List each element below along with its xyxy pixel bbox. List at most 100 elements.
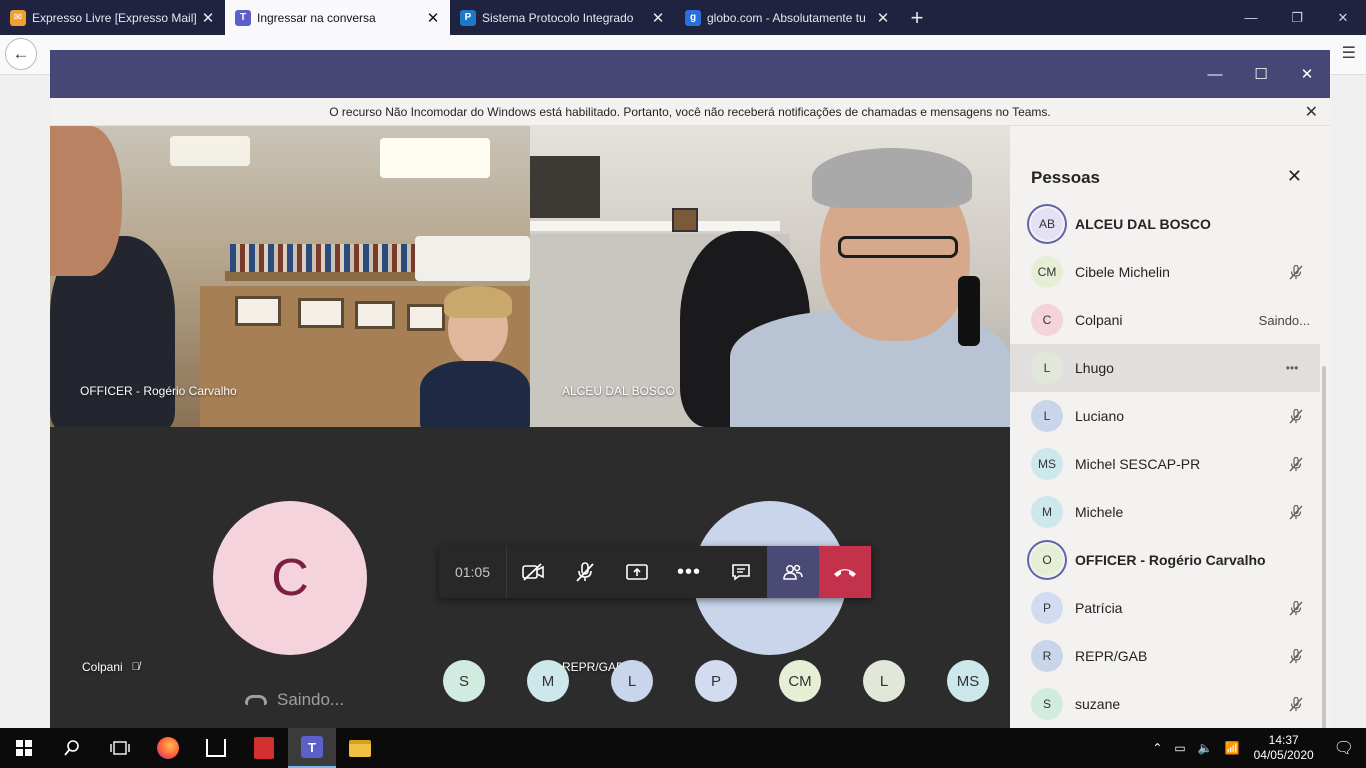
participant-avatar: CM	[1031, 256, 1063, 288]
favicon-icon: P	[460, 9, 476, 26]
participant-avatar: C	[1031, 304, 1063, 336]
minimize-icon[interactable]: —	[1228, 0, 1274, 35]
participant-name: Lhugo	[1075, 360, 1114, 376]
do-not-disturb-banner: O recurso Não Incomodar do Windows está …	[50, 98, 1330, 126]
clock[interactable]: 14:37 04/05/2020	[1246, 733, 1322, 763]
bookshelf	[225, 271, 435, 281]
battery-icon[interactable]: ▭	[1168, 741, 1191, 755]
overflow-avatar[interactable]: MS	[947, 660, 989, 702]
overflow-avatar[interactable]: L	[611, 660, 653, 702]
maximize-icon[interactable]: ☐	[1238, 50, 1284, 98]
teams-favicon-icon: T	[235, 9, 251, 26]
participant-row[interactable]: P Patrícia	[1010, 584, 1320, 632]
close-banner-icon[interactable]: ✕	[1305, 102, 1318, 122]
participant-row[interactable]: CM Cibele Michelin	[1010, 248, 1320, 296]
participant-list: AB ALCEU DAL BOSCO CM Cibele Michelin C Colpa…	[1010, 200, 1320, 728]
participant-name: ALCEU DAL BOSCO	[1075, 216, 1211, 232]
close-tab-icon[interactable]: ✕	[874, 9, 892, 27]
video-tile-alceu[interactable]: ALCEU DAL BOSCO	[530, 126, 1010, 427]
participant-avatar: AB	[1031, 208, 1063, 240]
participant-avatar: L	[1031, 400, 1063, 432]
new-tab-button[interactable]: +	[900, 0, 934, 35]
participant-row[interactable]: M Michele	[1010, 488, 1320, 536]
start-button[interactable]	[0, 728, 48, 768]
overflow-avatar[interactable]: L	[863, 660, 905, 702]
firefox-app[interactable]	[144, 728, 192, 768]
mute-button[interactable]	[559, 546, 611, 598]
minimize-icon[interactable]: —	[1192, 50, 1238, 98]
camera-off-button[interactable]	[507, 546, 559, 598]
participant-avatar: L	[1031, 352, 1063, 384]
browser-tab-3[interactable]: g globo.com - Absolutamente tu ✕	[675, 0, 900, 35]
man-head	[50, 126, 122, 276]
share-screen-button[interactable]	[611, 546, 663, 598]
close-tab-icon[interactable]: ✕	[199, 9, 217, 27]
participant-row[interactable]: Ssuzane	[1010, 680, 1320, 728]
white-shelf	[530, 221, 780, 231]
teams-window: — ☐ ✕ O recurso Não Incomodar do Windows…	[50, 50, 1330, 768]
windows-taskbar: T ⌃ ▭ 🔈 📶 14:37 04/05/2020 🗨	[0, 728, 1366, 768]
notifications-icon[interactable]: 🗨	[1322, 738, 1366, 758]
participant-row[interactable]: MS Michel SESCAP-PR	[1010, 440, 1320, 488]
teams-icon: T	[301, 736, 323, 758]
overflow-avatar[interactable]: P	[695, 660, 737, 702]
mic-off-icon	[1288, 696, 1304, 712]
close-tab-icon[interactable]: ✕	[649, 9, 667, 27]
participant-row[interactable]: R REPR/GAB	[1010, 632, 1320, 680]
clock-time: 14:37	[1268, 733, 1299, 747]
overflow-avatar[interactable]: CM	[779, 660, 821, 702]
file-explorer-app[interactable]	[336, 728, 384, 768]
avatar-initials: P	[710, 672, 721, 690]
book-icon	[206, 739, 226, 757]
reader-app[interactable]	[192, 728, 240, 768]
volume-icon[interactable]: 🔈	[1192, 741, 1219, 755]
browser-tab-2[interactable]: P Sistema Protocolo Integrado ✕	[450, 0, 675, 35]
overflow-avatar[interactable]: S	[443, 660, 485, 702]
menu-icon[interactable]: ☰	[1342, 43, 1356, 63]
back-button[interactable]: ←	[5, 38, 37, 70]
network-icon[interactable]: 📶	[1219, 741, 1246, 755]
restore-icon[interactable]: ❐	[1274, 0, 1320, 35]
leaving-indicator: Saindo...	[245, 690, 344, 710]
wall-frame	[235, 296, 281, 326]
video-tile-officer[interactable]: OFFICER - Rogério Carvalho	[50, 126, 530, 427]
overflow-avatar[interactable]: M	[527, 660, 569, 702]
more-actions-button[interactable]: •••	[663, 546, 715, 598]
banner-text: O recurso Não Incomodar do Windows está …	[329, 104, 1051, 119]
show-participants-button[interactable]	[767, 546, 819, 598]
participant-row[interactable]: C Colpani Saindo...	[1010, 296, 1320, 344]
tab-title: Sistema Protocolo Integrado	[482, 10, 634, 25]
mic-off-icon	[1288, 648, 1304, 664]
teams-app[interactable]: T	[288, 728, 336, 768]
chevron-up-icon[interactable]: ⌃	[1146, 741, 1168, 755]
panel-scrollbar[interactable]	[1322, 366, 1326, 768]
tile-name-label: OFFICER - Rogério Carvalho	[80, 384, 237, 398]
hang-up-button[interactable]	[819, 546, 871, 598]
participant-avatar: R	[1031, 640, 1063, 672]
share-screen-icon	[626, 564, 648, 580]
participant-row[interactable]: O OFFICER - Rogério Carvalho	[1010, 536, 1320, 584]
teams-window-controls: — ☐ ✕	[1192, 50, 1330, 98]
participant-name: Michel SESCAP-PR	[1075, 456, 1201, 472]
close-icon[interactable]: ✕	[1284, 50, 1330, 98]
close-tab-icon[interactable]: ✕	[424, 9, 442, 27]
browser-window-controls: — ❐ ✕	[1228, 0, 1366, 35]
favicon-icon: g	[685, 9, 701, 26]
people-icon	[783, 564, 803, 580]
air-conditioner	[415, 236, 530, 281]
search-button[interactable]	[48, 728, 96, 768]
browser-tab-0[interactable]: ✉ Expresso Livre [Expresso Mail] ✕	[0, 0, 225, 35]
close-icon[interactable]: ✕	[1320, 0, 1366, 35]
close-panel-icon[interactable]: ✕	[1287, 166, 1302, 187]
task-view-button[interactable]	[96, 728, 144, 768]
participant-row[interactable]: AB ALCEU DAL BOSCO	[1010, 200, 1320, 248]
browser-tab-1[interactable]: T Ingressar na conversa ✕	[225, 0, 450, 35]
more-options-icon[interactable]: •••	[1280, 360, 1304, 376]
acrobat-app[interactable]	[240, 728, 288, 768]
favicon-icon: ✉	[10, 9, 26, 26]
chat-button[interactable]	[715, 546, 767, 598]
participant-avatar: C	[213, 501, 367, 655]
avatar-initial: C	[271, 549, 309, 607]
participant-row[interactable]: L Luciano	[1010, 392, 1320, 440]
participant-row[interactable]: L Lhugo •••	[1010, 344, 1320, 392]
